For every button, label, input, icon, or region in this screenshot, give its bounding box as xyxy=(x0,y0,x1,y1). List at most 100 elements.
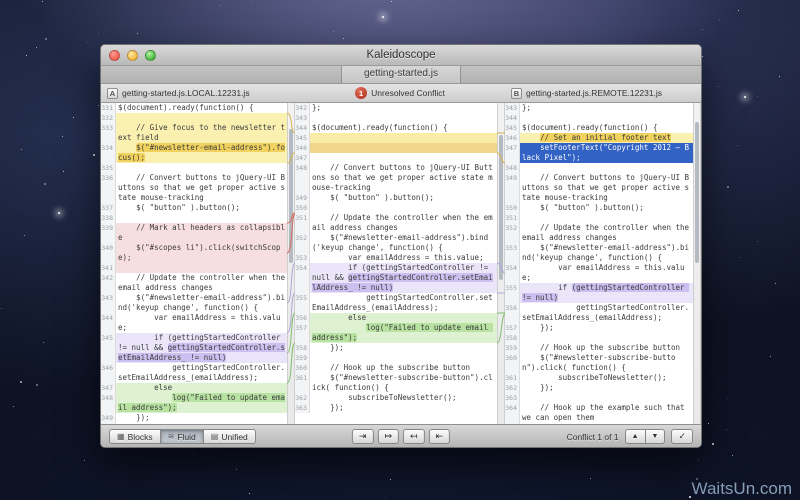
code-line[interactable]: 337 $( "button" ).button(); xyxy=(101,203,287,213)
code-line[interactable]: 349 }); xyxy=(101,413,287,423)
code-line[interactable]: 351 xyxy=(505,213,693,223)
code-line[interactable]: 358 }); xyxy=(295,343,497,353)
code-text xyxy=(116,263,287,273)
code-line[interactable]: 360 $("#newsletter-subscribe-button").cl… xyxy=(505,353,693,373)
code-text: // Hook up the example such that we can … xyxy=(520,403,693,423)
view-mode-unified[interactable]: ▤Unified xyxy=(204,429,256,444)
code-line[interactable]: 355 if (gettingStartedController != null… xyxy=(505,283,693,303)
code-line[interactable]: 335 xyxy=(101,163,287,173)
blocks-view-icon: ▦ xyxy=(117,432,125,441)
code-line[interactable]: 343 xyxy=(295,113,497,123)
code-line[interactable]: 348 xyxy=(505,163,693,173)
code-line[interactable]: 352 // Update the controller when the em… xyxy=(505,223,693,243)
code-line[interactable]: 361 subscribeToNewsletter(); xyxy=(505,373,693,383)
code-line[interactable]: 361 $("#newsletter-subscribe-button").cl… xyxy=(295,373,497,393)
pane-remote[interactable]: 343};344345$(document).ready(function() … xyxy=(505,103,693,424)
code-line[interactable]: 359 xyxy=(295,353,497,363)
code-line[interactable]: 346 xyxy=(295,143,497,153)
copy-to-right-icon[interactable]: ⇥ xyxy=(352,429,374,444)
view-mode-blocks[interactable]: ▦Blocks xyxy=(109,429,161,444)
document-tab[interactable]: getting-started.js xyxy=(341,66,461,83)
code-line[interactable]: 351 // Update the controller when the em… xyxy=(295,213,497,233)
code-line[interactable]: 344 var emailAddress = this.value; xyxy=(101,313,287,333)
code-line[interactable]: 347 xyxy=(295,153,497,163)
line-number: 343 xyxy=(505,103,520,113)
code-line[interactable]: 358 xyxy=(505,333,693,343)
code-line[interactable]: 363 xyxy=(505,393,693,403)
code-line[interactable]: 336 // Convert buttons to jQuery-UI Butt… xyxy=(101,173,287,203)
code-line[interactable]: 342}; xyxy=(295,103,497,113)
file-a-header: A getting-started.js.LOCAL.12231.js xyxy=(101,84,295,102)
code-line[interactable]: 332 xyxy=(101,113,287,123)
code-line[interactable]: 357 log("Failed to update email address"… xyxy=(295,323,497,343)
code-line[interactable]: 342 // Update the controller when the em… xyxy=(101,273,287,293)
line-number: 349 xyxy=(295,193,310,203)
pane-merged[interactable]: 342};343344$(document).ready(function() … xyxy=(295,103,497,424)
code-line[interactable]: 346 // Set an initial footer text xyxy=(505,133,693,143)
code-line[interactable]: 350 xyxy=(295,203,497,213)
code-line[interactable]: 357 }); xyxy=(505,323,693,333)
code-line[interactable]: 349 $( "button" ).button(); xyxy=(295,193,497,203)
code-line[interactable]: 339 // Mark all headers as collapsible xyxy=(101,223,287,243)
next-conflict-button[interactable]: ▼ xyxy=(646,429,666,444)
previous-conflict-button[interactable]: ▲ xyxy=(625,429,646,444)
line-number: 347 xyxy=(295,153,310,163)
code-line[interactable]: 359 // Hook up the subscribe button xyxy=(505,343,693,353)
code-line[interactable]: 347 setFooterText("Copyright 2012 — Blac… xyxy=(505,143,693,163)
code-line[interactable]: 354 var emailAddress = this.value; xyxy=(505,263,693,283)
code-line[interactable]: 343 $("#newsletter-email-address").bind(… xyxy=(101,293,287,313)
file-a-name[interactable]: getting-started.js.LOCAL.12231.js xyxy=(122,88,250,98)
line-number: 332 xyxy=(101,113,116,123)
code-line[interactable]: 348 // Convert buttons to jQuery-UI Butt… xyxy=(295,163,497,193)
code-line[interactable]: 352 $("#newsletter-email-address").bind(… xyxy=(295,233,497,253)
code-text xyxy=(116,213,287,223)
code-line[interactable]: 338 xyxy=(101,213,287,223)
file-header-bar: A getting-started.js.LOCAL.12231.js 1 Un… xyxy=(101,84,701,103)
code-line[interactable]: 345 if (gettingStartedController != null… xyxy=(101,333,287,363)
code-line[interactable]: 350 $( "button" ).button(); xyxy=(505,203,693,213)
code-text: }); xyxy=(310,343,497,353)
code-line[interactable]: 334 $("#newsletter-email-address").focus… xyxy=(101,143,287,163)
line-number: 362 xyxy=(295,393,310,403)
code-line[interactable]: 364 // Hook up the example such that we … xyxy=(505,403,693,423)
code-line[interactable]: 360 // Hook up the subscribe button xyxy=(295,363,497,373)
code-line[interactable]: 363 }); xyxy=(295,403,497,413)
code-line[interactable]: 345 xyxy=(295,133,497,143)
code-line[interactable]: 344$(document).ready(function() { xyxy=(295,123,497,133)
copy-to-left-icon[interactable]: ⇤ xyxy=(429,429,451,444)
code-line[interactable]: 333 // Give focus to the newsletter text… xyxy=(101,123,287,143)
code-line[interactable]: 347 else xyxy=(101,383,287,393)
document-tab-bar: getting-started.js xyxy=(101,66,701,84)
mark-resolved-button[interactable]: ✓ xyxy=(671,429,693,444)
file-b-name[interactable]: getting-started.js.REMOTE.12231.js xyxy=(526,88,662,98)
scrollbar-middle-pane[interactable] xyxy=(497,103,505,424)
code-line[interactable]: 341 xyxy=(101,263,287,273)
window-titlebar[interactable]: Kaleidoscope xyxy=(101,45,701,66)
code-line[interactable]: 340 $("#scopes li").click(switchScope); xyxy=(101,243,287,263)
code-line[interactable]: 356 gettingStartedController.setEmailAdd… xyxy=(505,303,693,323)
code-line[interactable]: 349 // Convert buttons to jQuery-UI Butt… xyxy=(505,173,693,203)
code-line[interactable]: 331$(document).ready(function() { xyxy=(101,103,287,113)
code-line[interactable]: 343}; xyxy=(505,103,693,113)
code-line[interactable]: 362 subscribeToNewsletter(); xyxy=(295,393,497,403)
code-line[interactable]: 344 xyxy=(505,113,693,123)
code-line[interactable]: 354 if (gettingStartedController != null… xyxy=(295,263,497,293)
code-line[interactable]: 356 else xyxy=(295,313,497,323)
code-line[interactable]: 355 gettingStartedController.setEmailAdd… xyxy=(295,293,497,313)
code-line[interactable]: 348 log("Failed to update email address"… xyxy=(101,393,287,413)
code-line[interactable]: 345$(document).ready(function() { xyxy=(505,123,693,133)
code-line[interactable]: 353 var emailAddress = this.value; xyxy=(295,253,497,263)
code-text: $(document).ready(function() { xyxy=(116,103,287,113)
pane-local[interactable]: 331$(document).ready(function() {332333 … xyxy=(101,103,287,424)
conflict-status: Conflict 1 of 1 xyxy=(567,432,619,442)
code-line[interactable]: 362 }); xyxy=(505,383,693,393)
merge-actions: ⇥↦ ↤ ⇤ xyxy=(352,429,450,444)
code-line[interactable]: 346 gettingStartedController.setEmailAdd… xyxy=(101,363,287,383)
view-mode-fluid[interactable]: ≋Fluid xyxy=(161,429,204,444)
code-line[interactable]: 353 $("#newsletter-email-address").bind(… xyxy=(505,243,693,263)
scrollbar-left-pane[interactable] xyxy=(287,103,295,424)
line-number: 346 xyxy=(295,143,310,153)
append-to-right-icon[interactable]: ↦ xyxy=(377,429,399,444)
scrollbar-right-pane[interactable] xyxy=(693,103,701,424)
append-to-left-icon[interactable]: ↤ xyxy=(403,429,425,444)
